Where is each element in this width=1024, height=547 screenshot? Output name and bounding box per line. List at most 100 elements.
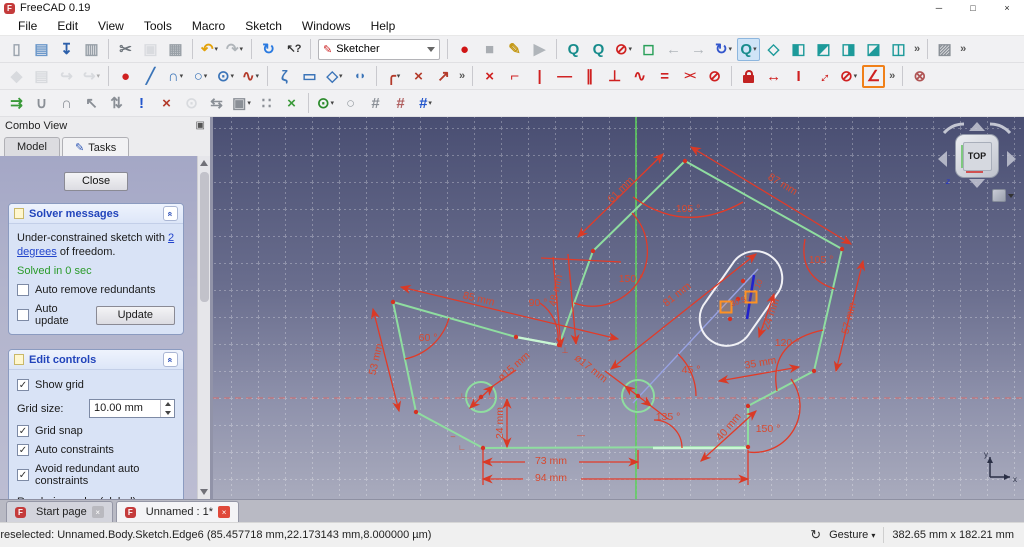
nav-menu-caret-icon[interactable] xyxy=(1008,193,1014,198)
convert-to-bspline-icon[interactable]: ⊙ ▾ xyxy=(314,92,337,115)
extend-edge-icon[interactable]: ↗ xyxy=(432,65,455,88)
scroll-down-icon[interactable] xyxy=(200,489,208,495)
copy-geometry-icon[interactable]: ∷ xyxy=(255,92,278,115)
menu-item-file[interactable]: File xyxy=(8,17,47,35)
show-grid-checkbox[interactable]: ✓ xyxy=(17,379,29,391)
tab-model[interactable]: Model xyxy=(4,137,60,156)
draw-style-icon[interactable]: ⊘ ▾ xyxy=(612,38,635,61)
save-file-icon[interactable]: ↧ xyxy=(55,38,78,61)
create-line-icon[interactable]: ╱ xyxy=(139,65,162,88)
nav-rotate-arrows-icon[interactable] xyxy=(938,122,1016,134)
view-rear-icon[interactable]: ◪ xyxy=(862,38,885,61)
remove-axes-alignment-icon[interactable]: × xyxy=(280,92,303,115)
dimension-label[interactable]: ∟ xyxy=(460,391,468,400)
constraint-perpendicular-icon[interactable]: ⊥ xyxy=(603,65,626,88)
constraint-equal-icon[interactable]: = xyxy=(653,65,676,88)
constraint-symmetric-icon[interactable]: >< xyxy=(678,65,701,88)
dimension-label[interactable]: 24 mm xyxy=(494,407,506,439)
paste-icon[interactable]: ▦ xyxy=(164,38,187,61)
nav-style-selector[interactable]: Gesture ▾ xyxy=(829,529,875,541)
auto-update-checkbox[interactable] xyxy=(17,309,29,321)
constraint-horizontal-icon[interactable]: — xyxy=(553,65,576,88)
make-link-icon[interactable]: ↪ xyxy=(55,65,78,88)
select-conflicting-icon[interactable]: ! xyxy=(130,92,153,115)
maximize-button[interactable]: □ xyxy=(956,0,990,16)
chevron-down-icon[interactable] xyxy=(427,46,435,52)
constraint-angle-icon[interactable]: ∠ xyxy=(862,64,886,88)
bspline-polygon-icon[interactable]: # xyxy=(364,92,387,115)
mini-cube-icon[interactable] xyxy=(992,189,1006,202)
toolbar-overflow-button[interactable]: » xyxy=(914,43,920,55)
dimension-label[interactable]: 150 ° xyxy=(756,423,781,435)
select-constraints-icon[interactable]: ↖ xyxy=(80,92,103,115)
bspline-degree-icon[interactable]: ○ xyxy=(339,92,362,115)
dimension-label[interactable]: 105 ° xyxy=(676,203,701,215)
create-rectangle-icon[interactable]: ▭ xyxy=(298,65,321,88)
create-bspline-icon[interactable]: ζ xyxy=(273,65,296,88)
navigation-cube-cluster[interactable]: TOP z xyxy=(938,122,1016,202)
navigation-cube[interactable]: TOP xyxy=(955,134,999,178)
dimension-label[interactable]: 94 mm xyxy=(535,472,567,484)
bspline-knots-icon[interactable]: # ▾ xyxy=(414,92,437,115)
dimension-label[interactable]: 90 ° xyxy=(529,297,548,309)
panel-float-icon[interactable]: ▣ xyxy=(196,120,205,131)
grid-snap-checkbox[interactable]: ✓ xyxy=(17,425,29,437)
view-front-icon[interactable]: ◧ xyxy=(787,38,810,61)
zoom-tool-icon[interactable]: Q ▾ xyxy=(737,37,760,61)
close-task-button[interactable]: Close xyxy=(64,172,128,191)
structure-part-icon[interactable]: ◆ xyxy=(5,65,28,88)
constraint-lock-icon[interactable] xyxy=(737,65,760,88)
trim-edge-icon[interactable]: × xyxy=(407,65,430,88)
redo-icon[interactable]: ↷ ▾ xyxy=(223,38,246,61)
nav-back-icon[interactable]: ← xyxy=(662,38,685,61)
rotate-view-icon[interactable]: ↻ ▾ xyxy=(712,38,735,61)
constraint-parallel-icon[interactable]: ∥ xyxy=(578,65,601,88)
menu-item-windows[interactable]: Windows xyxy=(292,17,361,35)
dimension-label[interactable]: 45 ° xyxy=(682,364,701,376)
nav-mini-cube[interactable] xyxy=(992,189,1014,202)
create-conic-icon[interactable]: ⊙ ▾ xyxy=(214,65,237,88)
grid-size-spinbox[interactable]: 10.00 mm xyxy=(89,399,175,418)
select-elements-icon[interactable]: ⇅ xyxy=(105,92,128,115)
constraint-coincident-icon[interactable]: × xyxy=(478,65,501,88)
menu-item-view[interactable]: View xyxy=(88,17,134,35)
connect-edges-icon[interactable]: ∩ xyxy=(55,92,78,115)
whats-this-icon[interactable]: ↖? xyxy=(282,38,305,61)
dimension-label[interactable]: – xyxy=(451,432,456,441)
constraint-vertical-distance-icon[interactable]: I xyxy=(787,65,810,88)
dimension-label[interactable]: 73 mm xyxy=(535,455,567,467)
tab-tasks[interactable]: ✎ Tasks xyxy=(61,137,130,157)
zoom-selection-icon[interactable]: Q xyxy=(587,38,610,61)
auto-constraints-checkbox[interactable]: ✓ xyxy=(17,444,29,456)
dimension-label[interactable]: 60 ° xyxy=(419,332,438,344)
create-slot-icon[interactable]: ◖◗ xyxy=(348,65,371,88)
select-redundant-icon[interactable]: × xyxy=(155,92,178,115)
symmetry-icon[interactable]: ⇆ xyxy=(205,92,228,115)
document-tab-start-page[interactable]: F Start page × xyxy=(6,501,113,522)
new-file-icon[interactable]: ▯ xyxy=(5,38,28,61)
toolbar-overflow-button[interactable]: » xyxy=(889,70,895,82)
macro-stop-icon[interactable]: ■ xyxy=(478,38,501,61)
sketcher-tools-extra-icon[interactable]: ⊗ xyxy=(908,65,931,88)
workbench-selector[interactable]: ✎ Sketcher xyxy=(318,38,440,60)
close-button[interactable]: × xyxy=(990,0,1024,16)
create-point-icon[interactable]: ● xyxy=(114,65,137,88)
menu-item-help[interactable]: Help xyxy=(361,17,406,35)
toolbar-overflow-button[interactable]: » xyxy=(459,70,465,82)
create-fillet-icon[interactable]: ╭ ▾ xyxy=(382,65,405,88)
collapse-solver-button[interactable]: « xyxy=(163,206,178,221)
scroll-up-icon[interactable] xyxy=(200,160,208,166)
menu-item-sketch[interactable]: Sketch xyxy=(235,17,292,35)
constraint-block-icon[interactable]: ⊘ xyxy=(703,65,726,88)
view-bottom-icon[interactable]: ◫ xyxy=(887,38,910,61)
scroll-thumb[interactable] xyxy=(200,172,209,302)
spin-up-button[interactable] xyxy=(161,400,174,409)
nav-cube-top-label[interactable]: TOP xyxy=(968,151,986,161)
collapse-edit-button[interactable]: « xyxy=(163,352,178,367)
measure-icon[interactable]: ▨ xyxy=(933,38,956,61)
toolbar-overflow-button[interactable]: » xyxy=(960,43,966,55)
tab-close-icon[interactable]: × xyxy=(91,506,104,518)
avoid-redundant-checkbox[interactable]: ✓ xyxy=(17,469,29,481)
constraint-distance-icon[interactable]: ↔ xyxy=(812,65,835,88)
refresh-icon[interactable]: ↻ xyxy=(257,38,280,61)
